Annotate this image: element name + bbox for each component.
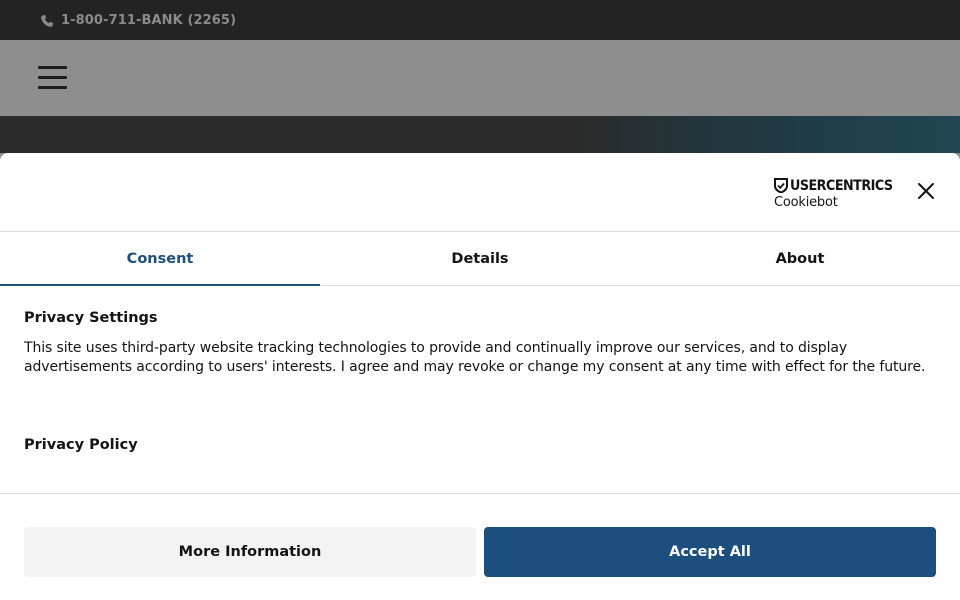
tab-consent[interactable]: Consent (0, 232, 320, 286)
hamburger-menu-icon[interactable] (38, 66, 67, 90)
dialog-tabs: Consent Details About (0, 232, 960, 286)
brand-subtitle: Cookiebot (774, 195, 838, 210)
phone-icon (40, 13, 54, 27)
cookie-consent-dialog: USERCENTRICS Cookiebot Consent Details A… (0, 153, 960, 600)
site-header (0, 40, 960, 116)
shield-check-icon (774, 178, 788, 194)
tab-about[interactable]: About (640, 232, 960, 285)
privacy-policy-link[interactable]: Privacy Policy (24, 437, 138, 453)
accept-all-button[interactable]: Accept All (484, 527, 936, 577)
phone-number-link[interactable]: 1-800-711-BANK (2265) (61, 13, 236, 28)
hero-banner (0, 116, 960, 153)
more-information-button[interactable]: More Information (24, 527, 476, 577)
section-title: Privacy Settings (24, 310, 158, 326)
tab-details[interactable]: Details (320, 232, 640, 285)
top-bar: 1-800-711-BANK (2265) (0, 0, 960, 40)
consent-content: Privacy Settings This site uses third-pa… (24, 310, 936, 377)
consent-description: This site uses third-party website track… (24, 340, 926, 375)
brand-name: USERCENTRICS (790, 177, 893, 194)
usercentrics-logo: USERCENTRICS Cookiebot (774, 177, 894, 211)
dialog-header: USERCENTRICS Cookiebot (0, 153, 960, 232)
dialog-footer: More Information Accept All (0, 493, 960, 600)
close-icon[interactable] (916, 181, 936, 201)
